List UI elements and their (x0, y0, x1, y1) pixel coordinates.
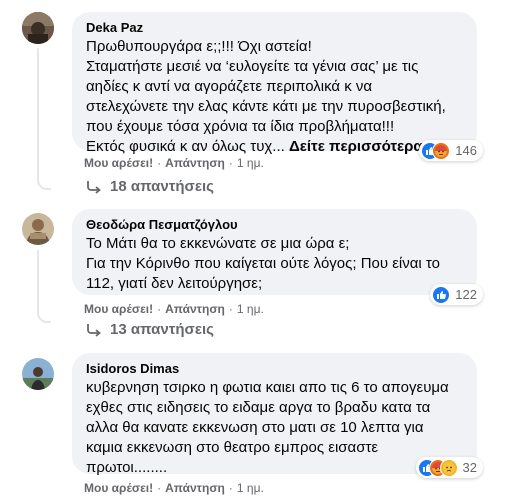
comment-text-line: που έχουμε τόσα χρόνια τα ίδια προβλήματ… (86, 118, 395, 135)
replies-count-label[interactable]: 18 απαντήσεις (110, 178, 214, 195)
view-replies-button[interactable]: 13 απαντήσεις (86, 321, 214, 338)
reply-button[interactable]: Απάντηση (165, 156, 225, 170)
like-button[interactable]: Μου αρέσει! (84, 156, 153, 170)
avatar[interactable] (22, 12, 54, 44)
separator-dot: · (157, 481, 162, 495)
replies-count-label[interactable]: 13 απαντήσεις (110, 321, 214, 338)
thread-connector (37, 305, 51, 323)
comment-timestamp[interactable]: 1 ημ. (237, 156, 264, 170)
thread-line (37, 48, 39, 180)
comment-truncated-text: Εκτός φυσικά κ αν όλως τυχ... (86, 138, 285, 155)
reaction-count: 122 (455, 287, 477, 302)
comment-author[interactable]: Isidoros Dimas (86, 361, 465, 377)
reply-button[interactable]: Απάντηση (165, 481, 225, 495)
separator-dot: · (157, 156, 162, 170)
comment-bubble: Isidoros Dimas κυβερνηση τσιρκο η φωτια … (72, 353, 483, 478)
reply-arrow-icon (87, 323, 101, 337)
see-more-link[interactable]: Δείτε περισσότερα (289, 138, 423, 155)
thread-line (37, 250, 39, 313)
like-button[interactable]: Μου αρέσει! (84, 481, 153, 495)
view-replies-button[interactable]: 18 απαντήσεις (86, 178, 214, 195)
comment-text-line: Το Μάτι θα το εκκενώνατε σε μια ώρα ε; (86, 235, 350, 252)
avatar[interactable] (22, 213, 54, 245)
comment-text-line: πρωτοι........ (86, 459, 168, 476)
comment-actions: Μου αρέσει! · Απάντηση · 1 ημ. (84, 302, 264, 316)
comment-text-line: Σταματήστε μεσιέ να ‘ευλογείτε τα γένια … (86, 58, 419, 75)
comment-text-line: αλλα θα κανατε εκκενωση στο ματι σε 10 λ… (86, 419, 424, 436)
separator-dot: · (157, 302, 162, 316)
separator-dot: · (228, 302, 233, 316)
comment-text-line: στελεχώνετε την ελας κάντε κάτι με την π… (86, 98, 446, 115)
thread-connector (37, 172, 51, 190)
reaction-summary[interactable]: 122 (430, 284, 483, 305)
angry-reaction-icon (432, 141, 451, 160)
comment-timestamp[interactable]: 1 ημ. (237, 302, 264, 316)
comment-text-line: Για την Κόρινθο που καίγεται ούτε λόγος;… (86, 255, 440, 272)
comment-actions: Μου αρέσει! · Απάντηση · 1 ημ. (84, 156, 264, 170)
reaction-count: 146 (455, 143, 477, 158)
comment-text-line: Εκτός φυσικά κ αν όλως τυχ... Δείτε περι… (86, 137, 465, 157)
sad-reaction-icon (439, 458, 458, 477)
avatar[interactable] (22, 358, 54, 390)
reaction-count: 32 (462, 460, 477, 475)
comment-text-line: κυβερνηση τσιρκο η φωτια καιει απο τις 6… (86, 379, 449, 396)
like-reaction-icon (432, 285, 451, 304)
comment-author[interactable]: Deka Paz (86, 20, 465, 36)
comment-timestamp[interactable]: 1 ημ. (237, 481, 264, 495)
separator-dot: · (228, 481, 233, 495)
comment-text-line: εχθες στις ειδησεις το ειδαμε αργα το βρ… (86, 399, 431, 416)
comment-text-line: Πρωθυπουργάρα ε;;!!! Όχι αστεία! (86, 38, 312, 55)
reply-arrow-icon (87, 180, 101, 194)
comment-text-line: αηδίες κ αντί να αγοράζετε περιπολικά κ … (86, 78, 373, 95)
like-button[interactable]: Μου αρέσει! (84, 302, 153, 316)
comment-actions: Μου αρέσει! · Απάντηση · 1 ημ. (84, 481, 264, 495)
separator-dot: · (228, 156, 233, 170)
reaction-summary[interactable]: 32 (415, 457, 483, 478)
comment-text-line: 112, γιατί δεν λειτούργησε; (86, 275, 263, 292)
reaction-summary[interactable]: 146 (419, 140, 483, 161)
reply-button[interactable]: Απάντηση (165, 302, 225, 316)
comment-bubble: Θεοδώρα Πεσματζόγλου Το Μάτι θα το εκκεν… (72, 209, 483, 305)
comment-author[interactable]: Θεοδώρα Πεσματζόγλου (86, 217, 465, 233)
comment-bubble: Deka Paz Πρωθυπουργάρα ε;;!!! Όχι αστεία… (72, 12, 483, 161)
comment-text-line: καμια εκκενωση στο θεατρο εμπρος εισαστε (86, 439, 379, 456)
